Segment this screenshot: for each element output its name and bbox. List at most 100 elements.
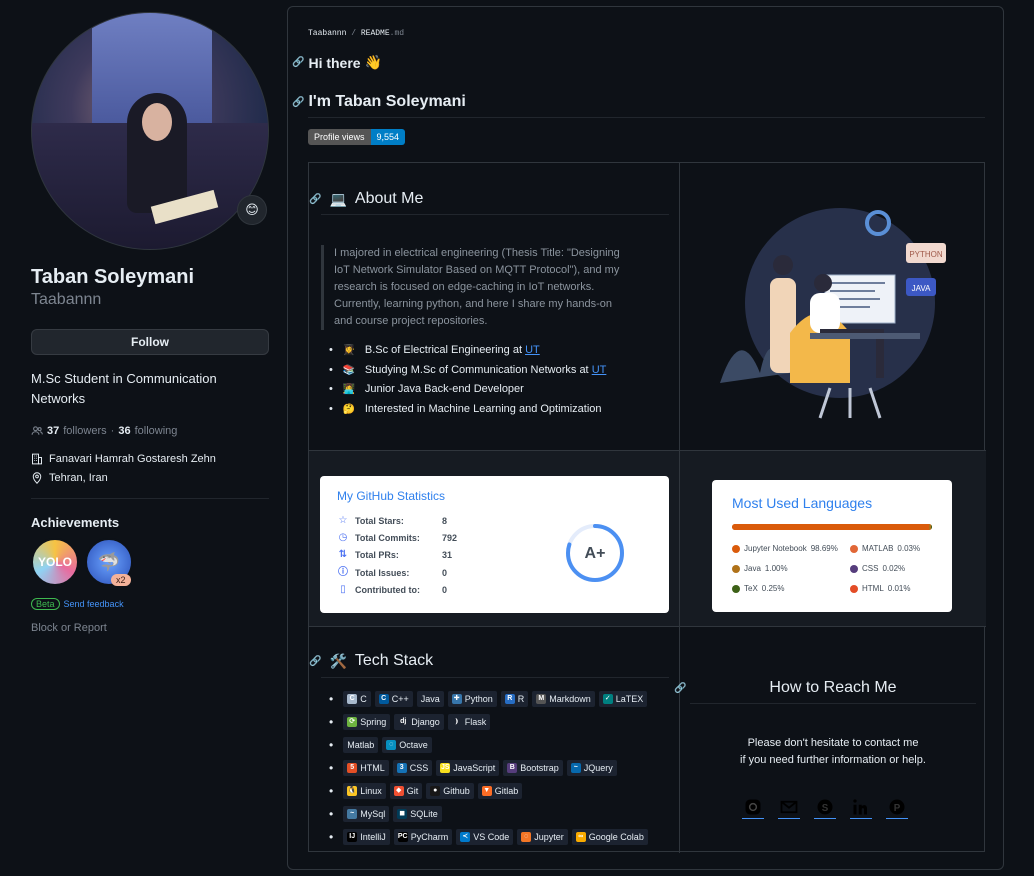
profile-name: Taban Soleymani [31, 266, 195, 288]
anchor-link-icon[interactable]: 🔗 [309, 194, 321, 205]
path-file[interactable]: README [361, 29, 390, 38]
language-color-dot [850, 564, 858, 573]
github-stats-card[interactable]: My GitHub Statistics ☆ Total Stars: 8 ◷ Tot… [320, 476, 669, 613]
tech-badge-markdown: M Markdown [532, 690, 595, 707]
linkedin-icon [853, 799, 867, 815]
following-label[interactable]: following [135, 425, 178, 437]
beta-label: Beta [31, 598, 60, 610]
tech-badge-label: Django [411, 716, 440, 727]
tech-stack-title: 🔗 🛠️ Tech Stack [309, 652, 433, 670]
profile-location: Tehran, Iran [31, 472, 269, 484]
tech-badge-javascript: JS JavaScript [436, 759, 500, 776]
tech-logo-icon: 5 [347, 762, 358, 773]
linkedin-link[interactable] [850, 797, 872, 819]
building-icon [32, 453, 42, 465]
ut-link[interactable]: UT [525, 341, 540, 361]
svg-text:P: P [894, 803, 901, 814]
tools-icon: 🛠️ [329, 652, 347, 669]
languages-title: Most Used Languages [732, 495, 873, 511]
stat-row: ☆ Total Stars: 8 [337, 515, 448, 527]
language-legend-item: HTML 0.01% [850, 584, 910, 593]
language-legend-item: Java 1.00% [732, 564, 788, 573]
tech-logo-icon: IJ [347, 831, 358, 842]
list-item-text: B.Sc of Electrical Engineering at [364, 344, 522, 356]
profile-sidebar: 😊 Taban Soleymani Taabannn Follow M.Sc S… [31, 12, 269, 634]
illus-desk [810, 333, 920, 339]
tech-badge-label: Github [443, 785, 470, 796]
skype-link[interactable]: S [814, 797, 836, 819]
tech-logo-icon: JS [440, 762, 451, 773]
tech-logo-icon: 🐧 [347, 785, 358, 796]
followers-label[interactable]: followers [63, 425, 106, 437]
language-percent: 98.69% [810, 544, 838, 553]
illus-python-text: PYTHON [909, 250, 943, 259]
tech-badge-label: Git [406, 785, 419, 796]
grade-ring: A+ [566, 524, 624, 582]
stat-value: 0 [442, 568, 448, 578]
tech-logo-icon: ≺ [460, 831, 471, 842]
reach-line-2: if you need further information or help. [740, 754, 926, 766]
anchor-link-icon[interactable]: 🔗 [292, 57, 304, 68]
about-list: 👩‍🎓B.Sc of Electrical Engineering at UT … [329, 341, 607, 419]
tech-logo-icon: ✓ [602, 693, 613, 704]
tech-logo-icon: PC [397, 831, 408, 842]
tech-row: IJIntelliJPCPyCharm≺VS Code◌Jupyter∞Goog… [329, 825, 652, 848]
instagram-link[interactable] [742, 797, 764, 819]
tech-badge-flask: ⦆ Flask [447, 713, 491, 730]
developer-icon: 👩‍💻 [342, 384, 356, 395]
tech-badge-vs-code: ≺ VS Code [456, 828, 514, 845]
followers-count[interactable]: 37 [47, 425, 59, 437]
tech-badge-label: Google Colab [588, 831, 644, 842]
anchor-link-icon[interactable]: 🔗 [292, 97, 304, 108]
block-or-report-link[interactable]: Block or Report [31, 622, 269, 634]
stat-row: ⓘ Total Issues: 0 [337, 567, 447, 579]
tech-badge-git: ◆ Git [389, 782, 423, 799]
tech-logo-icon: R [504, 693, 515, 704]
yolo-badge[interactable]: YOLO [31, 538, 79, 586]
laptop-icon: 💻 [329, 190, 347, 207]
clock-icon: ◷ [338, 532, 348, 543]
language-percent: 1.00% [764, 564, 788, 573]
following-count[interactable]: 36 [118, 425, 130, 437]
tech-logo-icon: ● [430, 785, 441, 796]
pinterest-link[interactable]: P [886, 797, 908, 819]
main-heading-text: I'm Taban Soleymani [308, 93, 466, 110]
tech-badge-matlab: Matlab [343, 736, 379, 753]
send-feedback-link[interactable]: Send feedback [64, 599, 124, 609]
tech-badge-jupyter: ◌ Jupyter [517, 828, 568, 845]
mail-link[interactable] [778, 797, 800, 819]
tech-badge-label: Jupyter [534, 831, 564, 842]
list-item-text: Interested in Machine Learning and Optim… [364, 402, 602, 415]
profile-page: 😊 Taban Soleymani Taabannn Follow M.Sc S… [0, 0, 1034, 876]
path-owner[interactable]: Taabannn [308, 29, 346, 38]
about-cell: 🔗 💻 About Me I majored in electrical eng… [309, 163, 680, 451]
tech-badge-java: Java [416, 690, 444, 707]
tech-stack-title-text: Tech Stack [354, 652, 434, 669]
tech-badge-spring: ⟳Spring [343, 713, 391, 730]
achievements-title[interactable]: Achievements [31, 515, 269, 530]
tech-badge-label: C++ [391, 693, 409, 704]
anchor-link-icon[interactable]: 🔗 [309, 656, 321, 667]
tech-badge-label: MySql [360, 808, 386, 819]
tech-divider [321, 677, 669, 678]
language-name: CSS [862, 564, 879, 573]
tech-badge-label: Spring [360, 716, 387, 727]
tech-row: 🐧Linux◆Git●Github▼Gitlab [329, 779, 652, 802]
top-languages-card[interactable]: Most Used Languages Jupyter Notebook 98.6… [712, 480, 952, 612]
avatar[interactable] [31, 12, 269, 250]
follow-button[interactable]: Follow [31, 329, 269, 355]
list-item: 📚 Studying M.Sc of Communication Networks… [329, 361, 607, 381]
status-emoji-button[interactable]: 😊 [237, 195, 267, 225]
about-quote: I majored in electrical engineering (The… [321, 245, 621, 330]
tech-badge-label: Markdown [549, 693, 591, 704]
tech-logo-icon: C [378, 693, 389, 704]
badge-count: x2 [111, 574, 131, 586]
issue-icon: ⓘ [338, 567, 348, 578]
list-item: 👩‍🎓 B.Sc of Electrical Engineering at UT [329, 341, 606, 361]
language-name: Java [744, 564, 761, 573]
language-bar-segment [732, 524, 930, 530]
illus-sitting-person [810, 293, 840, 333]
tech-logo-icon: ~ [570, 762, 581, 773]
ut-link[interactable]: UT [592, 361, 607, 381]
readme-path: Taabannn / README.md [308, 29, 404, 38]
